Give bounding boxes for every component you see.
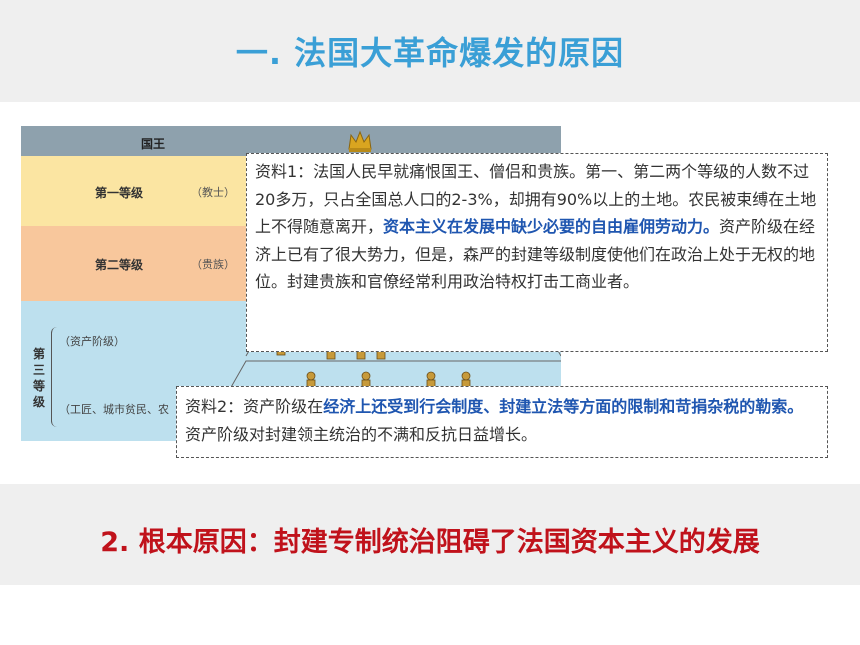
- material-2-highlight: 经济上还受到行会制度、封建立法等方面的限制和苛捐杂税的勒索。: [323, 397, 804, 416]
- second-estate-label: 第二等级: [95, 258, 144, 272]
- king-label: 国王: [141, 137, 166, 151]
- material-2-text-end: 资产阶级对封建领主统治的不满和反抗日益增长。: [185, 424, 538, 444]
- page-title: 一. 法国大革命爆发的原因: [235, 34, 625, 72]
- crown-icon: [348, 130, 372, 152]
- first-estate-label: 第一等级: [95, 186, 144, 200]
- material-2-box: 资料2：资产阶级在经济上还受到行会制度、封建立法等方面的限制和苛捐杂税的勒索。资…: [176, 386, 828, 458]
- king-row: 国王: [21, 126, 561, 156]
- second-estate-sub: （贵族）: [191, 258, 235, 271]
- conclusion-text: 2. 根本原因：封建专制统治阻碍了法国资本主义的发展: [100, 527, 760, 558]
- material-1-highlight: 资本主义在发展中缺少必要的自由雇佣劳动力。: [383, 217, 720, 236]
- first-estate-sub: （教士）: [191, 186, 235, 199]
- material-1-box: 资料1：法国人民早就痛恨国王、僧侣和贵族。第一、第二两个等级的人数不过20多万，…: [246, 153, 828, 352]
- material-2-text: 资料2：资产阶级在: [185, 397, 324, 416]
